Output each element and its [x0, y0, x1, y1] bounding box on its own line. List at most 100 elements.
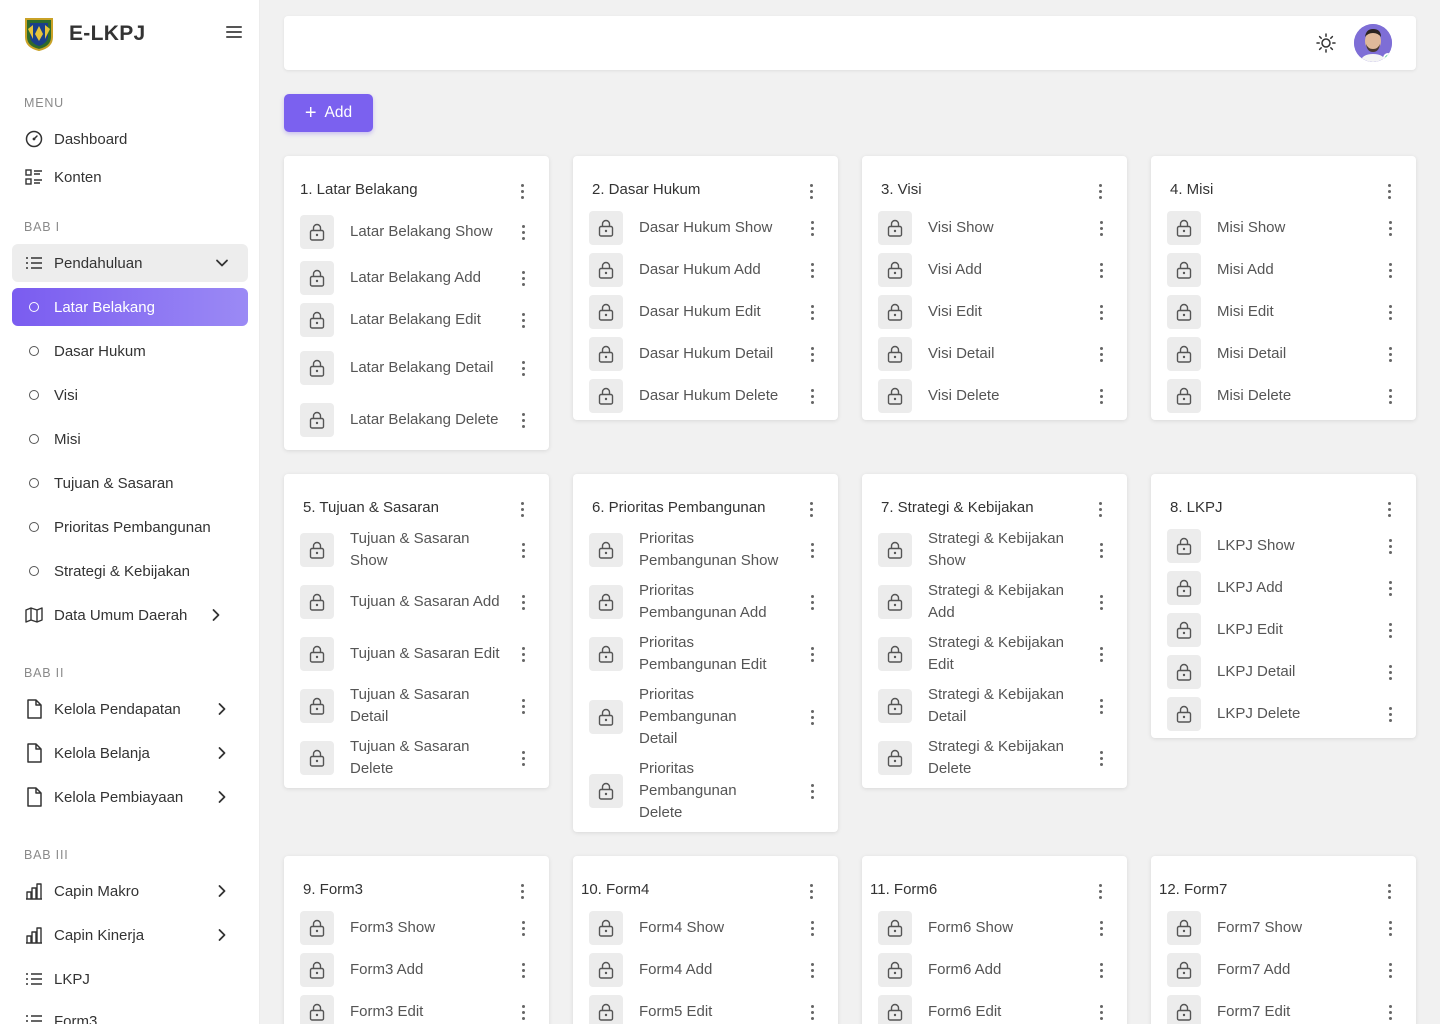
theme-toggle-sun-icon[interactable] [1316, 33, 1336, 53]
sidebar-item-capin-makro[interactable]: Capin Makro [12, 872, 248, 910]
sidebar-item-tujuan-sasaran[interactable]: Tujuan & Sasaran [12, 464, 248, 502]
kebab-menu-icon[interactable] [1091, 344, 1111, 364]
kebab-menu-icon[interactable] [802, 644, 822, 664]
sidebar-item-lkpj[interactable]: LKPJ [12, 960, 248, 998]
kebab-menu-icon[interactable] [1091, 696, 1111, 716]
kebab-menu-icon[interactable] [802, 260, 822, 280]
kebab-menu-icon[interactable] [513, 748, 533, 768]
kebab-menu-icon[interactable] [1379, 499, 1399, 519]
kebab-menu-icon[interactable] [512, 181, 532, 201]
kebab-menu-icon[interactable] [1091, 592, 1111, 612]
permission-row: Latar Belakang Delete [300, 398, 533, 442]
sidebar-item-data-umum-daerah[interactable]: Data Umum Daerah [12, 596, 248, 634]
kebab-menu-icon[interactable] [1090, 499, 1110, 519]
sidebar-item-kelola-pendapatan[interactable]: Kelola Pendapatan [12, 690, 248, 728]
kebab-menu-icon[interactable] [513, 696, 533, 716]
kebab-menu-icon[interactable] [801, 499, 821, 519]
kebab-menu-icon[interactable] [1091, 302, 1111, 322]
kebab-menu-icon[interactable] [1380, 1002, 1400, 1022]
permission-card: 5. Tujuan & Sasaran Tujuan & Sasaran Sho… [284, 474, 549, 788]
kebab-menu-icon[interactable] [802, 1002, 822, 1022]
kebab-menu-icon[interactable] [513, 1002, 533, 1022]
kebab-menu-icon[interactable] [1380, 620, 1400, 640]
sidebar-group-pendahuluan[interactable]: Pendahuluan [12, 244, 248, 282]
kebab-menu-icon[interactable] [1380, 536, 1400, 556]
kebab-menu-icon[interactable] [1090, 181, 1110, 201]
kebab-menu-icon[interactable] [801, 181, 821, 201]
kebab-menu-icon[interactable] [1379, 881, 1399, 901]
permission-row: Tujuan & Sasaran Detail [300, 684, 533, 728]
kebab-menu-icon[interactable] [802, 592, 822, 612]
sidebar-item-strategi-kebijakan[interactable]: Strategi & Kebijakan [12, 552, 248, 590]
hamburger-menu-icon[interactable] [226, 26, 242, 40]
permission-row: Visi Delete [878, 378, 1111, 414]
kebab-menu-icon[interactable] [802, 302, 822, 322]
permission-label: Tujuan & Sasaran Edit [350, 645, 500, 662]
kebab-menu-icon[interactable] [513, 960, 533, 980]
kebab-menu-icon[interactable] [1380, 578, 1400, 598]
kebab-menu-icon[interactable] [1091, 386, 1111, 406]
kebab-menu-icon[interactable] [1380, 386, 1400, 406]
kebab-menu-icon[interactable] [802, 781, 822, 801]
kebab-menu-icon[interactable] [1091, 748, 1111, 768]
sidebar-item-prioritas-pembangunan[interactable]: Prioritas Pembangunan [12, 508, 248, 546]
kebab-menu-icon[interactable] [513, 918, 533, 938]
sidebar-item-kelola-belanja[interactable]: Kelola Belanja [12, 734, 248, 772]
kebab-menu-icon[interactable] [1091, 960, 1111, 980]
sidebar-item-latar-belakang[interactable]: Latar Belakang [12, 288, 248, 326]
kebab-menu-icon[interactable] [801, 881, 821, 901]
kebab-menu-icon[interactable] [513, 222, 533, 242]
lock-icon [878, 295, 912, 329]
sidebar-item-dashboard[interactable]: Dashboard [12, 120, 248, 158]
kebab-menu-icon[interactable] [513, 540, 533, 560]
kebab-menu-icon[interactable] [802, 386, 822, 406]
kebab-menu-icon[interactable] [1380, 218, 1400, 238]
kebab-menu-icon[interactable] [1379, 181, 1399, 201]
kebab-menu-icon[interactable] [1380, 344, 1400, 364]
kebab-menu-icon[interactable] [802, 344, 822, 364]
dashboard-gauge-icon [24, 129, 44, 149]
sidebar-item-visi[interactable]: Visi [12, 376, 248, 414]
section-label-bab2: BAB II [24, 666, 65, 680]
permission-label: Prioritas Pembangunan Add [639, 582, 767, 621]
add-button[interactable]: + Add [284, 94, 373, 132]
kebab-menu-icon[interactable] [513, 310, 533, 330]
kebab-menu-icon[interactable] [1380, 662, 1400, 682]
kebab-menu-icon[interactable] [1091, 218, 1111, 238]
kebab-menu-icon[interactable] [1091, 644, 1111, 664]
kebab-menu-icon[interactable] [1380, 960, 1400, 980]
brand[interactable]: E-LKPJ [24, 16, 145, 52]
kebab-menu-icon[interactable] [1091, 540, 1111, 560]
kebab-menu-icon[interactable] [1380, 704, 1400, 724]
kebab-menu-icon[interactable] [1091, 1002, 1111, 1022]
kebab-menu-icon[interactable] [512, 499, 532, 519]
kebab-menu-icon[interactable] [1091, 918, 1111, 938]
sidebar-item-capin-kinerja[interactable]: Capin Kinerja [12, 916, 248, 954]
kebab-menu-icon[interactable] [802, 218, 822, 238]
kebab-menu-icon[interactable] [802, 960, 822, 980]
sidebar-item-dasar-hukum[interactable]: Dasar Hukum [12, 332, 248, 370]
kebab-menu-icon[interactable] [513, 358, 533, 378]
kebab-menu-icon[interactable] [513, 592, 533, 612]
user-avatar[interactable] [1354, 24, 1392, 62]
kebab-menu-icon[interactable] [513, 410, 533, 430]
kebab-menu-icon[interactable] [1090, 881, 1110, 901]
kebab-menu-icon[interactable] [802, 918, 822, 938]
sidebar-item-misi[interactable]: Misi [12, 420, 248, 458]
kebab-menu-icon[interactable] [1380, 302, 1400, 322]
kebab-menu-icon[interactable] [513, 644, 533, 664]
kebab-menu-icon[interactable] [1380, 918, 1400, 938]
permission-card: 3. Visi Visi Show Visi Add Visi Edit Vis… [862, 156, 1127, 420]
sidebar-item-kelola-pembiayaan[interactable]: Kelola Pembiayaan [12, 778, 248, 816]
kebab-menu-icon[interactable] [1091, 260, 1111, 280]
kebab-menu-icon[interactable] [512, 881, 532, 901]
permission-label: Visi Detail [928, 345, 995, 362]
sidebar-item-konten[interactable]: Konten [12, 158, 248, 196]
sidebar-item-form3[interactable]: Form3 [12, 1002, 248, 1024]
kebab-menu-icon[interactable] [1380, 260, 1400, 280]
permission-label: Latar Belakang Edit [350, 311, 481, 328]
kebab-menu-icon[interactable] [513, 268, 533, 288]
kebab-menu-icon[interactable] [802, 540, 822, 560]
kebab-menu-icon[interactable] [802, 707, 822, 727]
sidebar-item-label: Kelola Pembiayaan [54, 788, 184, 806]
